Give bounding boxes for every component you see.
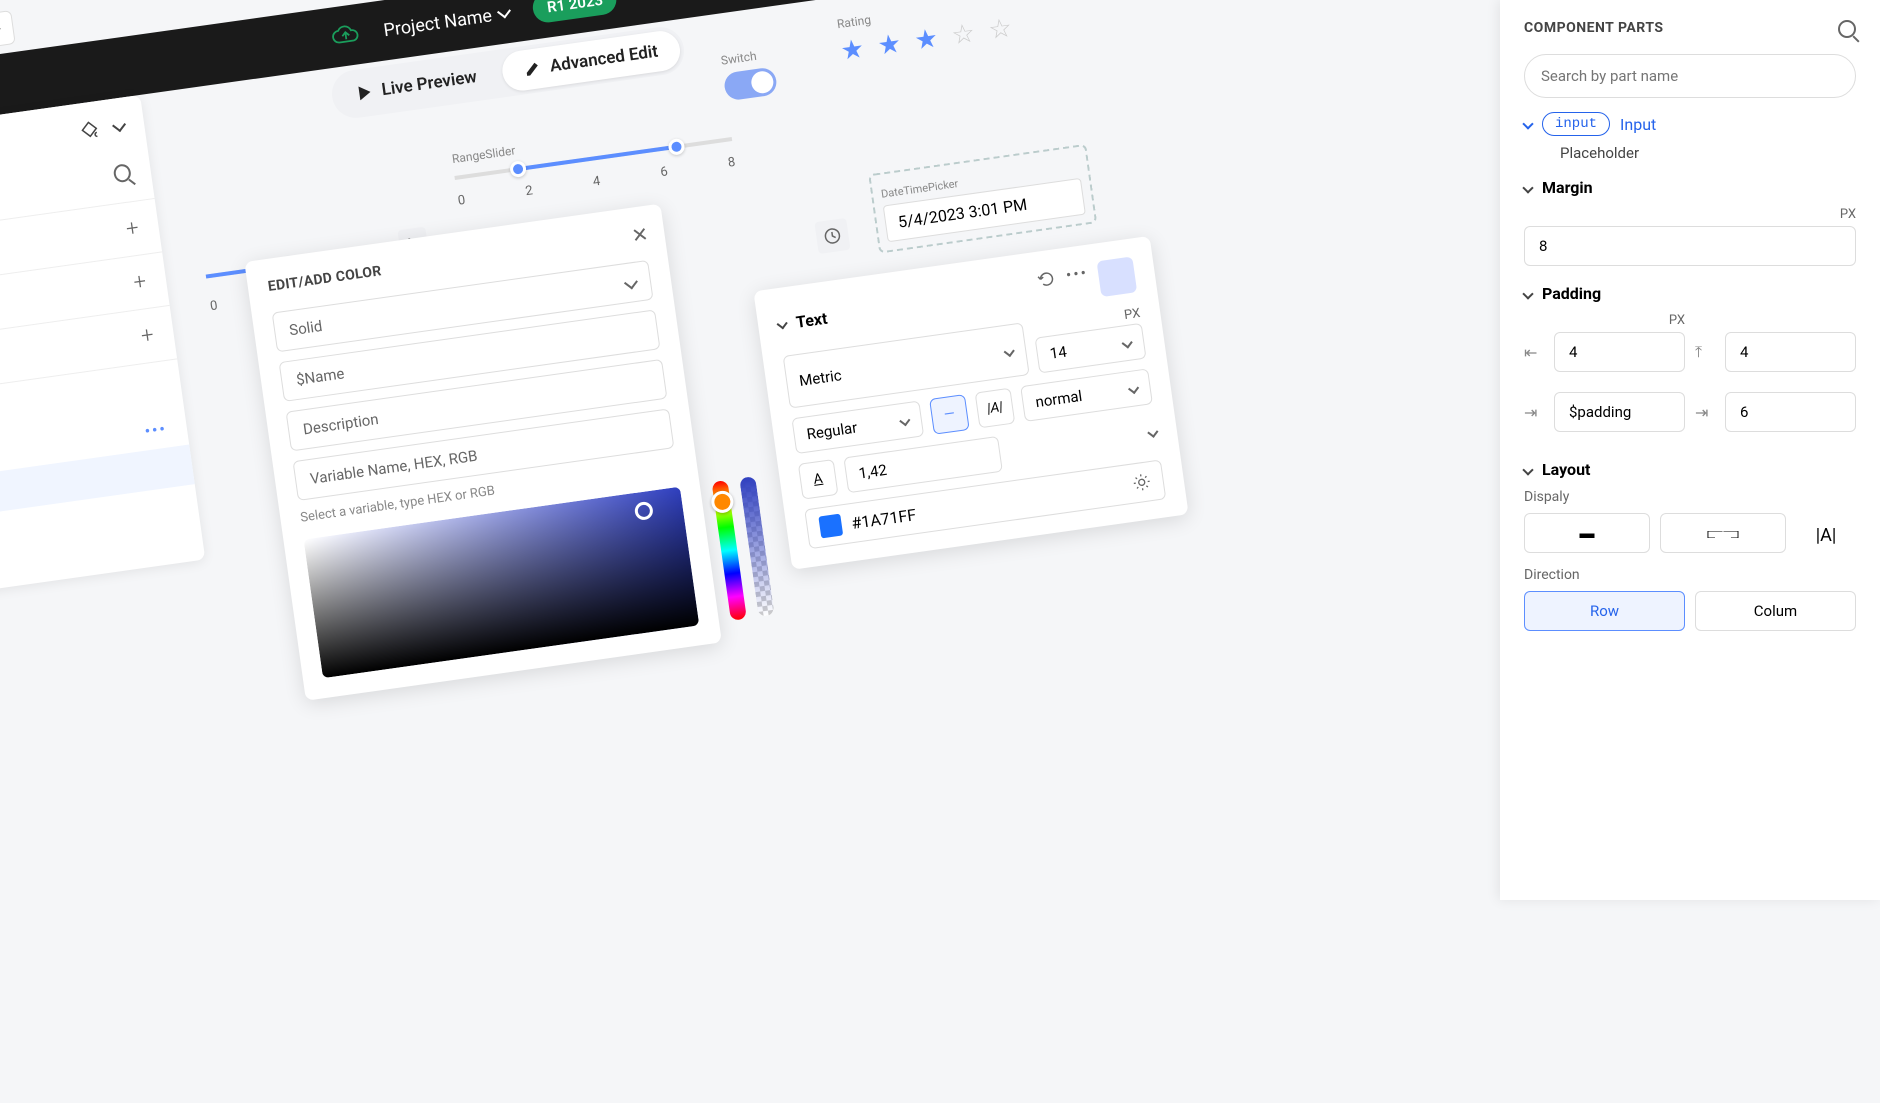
chevron-down-icon	[1128, 383, 1139, 394]
slider-ticks: 02468	[457, 155, 736, 209]
input-link[interactable]: Input	[1620, 115, 1656, 134]
version-badge: R1 2023	[531, 0, 618, 24]
section-title: Padding	[1542, 284, 1601, 303]
text-color-preview	[1097, 256, 1138, 297]
direction-column-button[interactable]: Colum	[1695, 591, 1856, 631]
input-chip[interactable]: input	[1542, 112, 1610, 136]
paint-bucket-icon[interactable]	[77, 117, 102, 142]
text-icon: |A|	[1796, 497, 1856, 546]
font-weight-select[interactable]: Regular	[791, 401, 924, 455]
slider-thumb[interactable]	[509, 160, 527, 178]
alpha-slider[interactable]	[739, 476, 774, 617]
chevron-down-icon	[1004, 345, 1015, 356]
more-icon[interactable]: •••	[1065, 263, 1092, 302]
clock-button[interactable]	[814, 218, 850, 254]
display-flex-button[interactable]: ⫍⫎	[1660, 513, 1786, 553]
chevron-down-icon[interactable]	[1522, 118, 1533, 129]
star-icon[interactable]: ☆	[987, 13, 1014, 46]
plus-icon[interactable]: +	[140, 323, 156, 349]
display-label: Dispaly	[1524, 489, 1786, 505]
padding-left-input[interactable]: 4	[1554, 332, 1685, 372]
more-icon[interactable]: •••	[144, 420, 168, 441]
chevron-down-icon[interactable]	[777, 318, 788, 329]
pencil-icon	[523, 60, 541, 78]
slider-thumb[interactable]	[667, 138, 685, 156]
text-properties-panel: Text ••• Metric PX 14 Regu	[753, 236, 1188, 570]
search-icon[interactable]	[112, 163, 132, 183]
plus-icon[interactable]: +	[125, 216, 141, 242]
display-block-button[interactable]: ▬	[1524, 513, 1650, 553]
split-button[interactable]: Split	[0, 10, 15, 54]
panel-title: COMPONENT PARTS	[1524, 20, 1664, 38]
color-editor-panel: ✕ EDIT/ADD COLOR Solid $Name Description…	[244, 204, 722, 701]
margin-input[interactable]: 8	[1524, 226, 1856, 266]
plus-icon[interactable]: +	[132, 269, 148, 295]
chevron-down-icon[interactable]	[1522, 464, 1533, 475]
direction-row-button[interactable]: Row	[1524, 591, 1685, 631]
padding-right-icon: ⇥	[1695, 403, 1715, 422]
unit-label: PX	[1524, 207, 1856, 222]
chevron-down-icon	[899, 415, 910, 426]
search-icon[interactable]	[1838, 20, 1856, 38]
cloud-sync-icon	[331, 23, 362, 49]
section-title: Layout	[1542, 460, 1590, 479]
padding-right-input[interactable]: 6	[1725, 392, 1856, 432]
chevron-down-icon[interactable]	[112, 118, 126, 132]
panel-title: Text	[795, 308, 829, 331]
styles-sidebar: STYLES + Metrics + Typography +	[0, 95, 205, 616]
project-name[interactable]: Project Name	[382, 2, 511, 40]
chevron-down-icon	[497, 4, 511, 18]
color-swatch	[818, 514, 843, 539]
chevron-down-icon	[1122, 337, 1133, 348]
text-transform-none[interactable]: —	[929, 394, 970, 435]
padding-left-icon: ⇤	[1524, 343, 1544, 362]
gradient-thumb[interactable]	[634, 501, 654, 521]
chevron-down-icon	[624, 275, 638, 289]
close-icon[interactable]: ✕	[630, 222, 650, 248]
hue-thumb[interactable]	[710, 489, 735, 514]
padding-variable-input[interactable]: $padding	[1554, 392, 1685, 432]
padding-top-input[interactable]: 4	[1725, 332, 1856, 372]
chevron-down-icon[interactable]	[1522, 182, 1533, 193]
switch-toggle[interactable]	[723, 66, 778, 101]
parts-search-input[interactable]	[1524, 54, 1856, 98]
section-title: Margin	[1542, 178, 1593, 197]
datetimepicker-component: DateTimePicker 5/4/2023 3:01 PM	[868, 144, 1097, 254]
font-style-select[interactable]: normal	[1020, 368, 1153, 422]
chevron-down-icon[interactable]	[1522, 288, 1533, 299]
padding-top-icon: ⤒	[1695, 342, 1715, 362]
chevron-down-icon[interactable]	[1147, 427, 1158, 438]
gear-icon[interactable]	[1132, 472, 1152, 492]
undo-icon[interactable]	[1035, 267, 1058, 290]
placeholder-item[interactable]: Placeholder	[1524, 144, 1856, 162]
unit-label: PX	[1524, 313, 1685, 328]
star-icon[interactable]: ★	[913, 24, 940, 57]
switch-label: Switch	[720, 47, 773, 68]
play-icon	[357, 85, 373, 101]
clock-icon	[822, 226, 842, 246]
star-icon[interactable]: ★	[876, 29, 903, 62]
padding-var-icon: ⇥	[1524, 403, 1544, 422]
star-icon[interactable]: ☆	[950, 18, 977, 51]
line-height-icon: A	[798, 459, 839, 500]
star-icon[interactable]: ★	[839, 34, 866, 67]
component-parts-panel: COMPONENT PARTS input Input Placeholder …	[1500, 0, 1880, 900]
direction-label: Direction	[1524, 567, 1856, 583]
text-transform-caps[interactable]: |A|	[975, 388, 1016, 429]
